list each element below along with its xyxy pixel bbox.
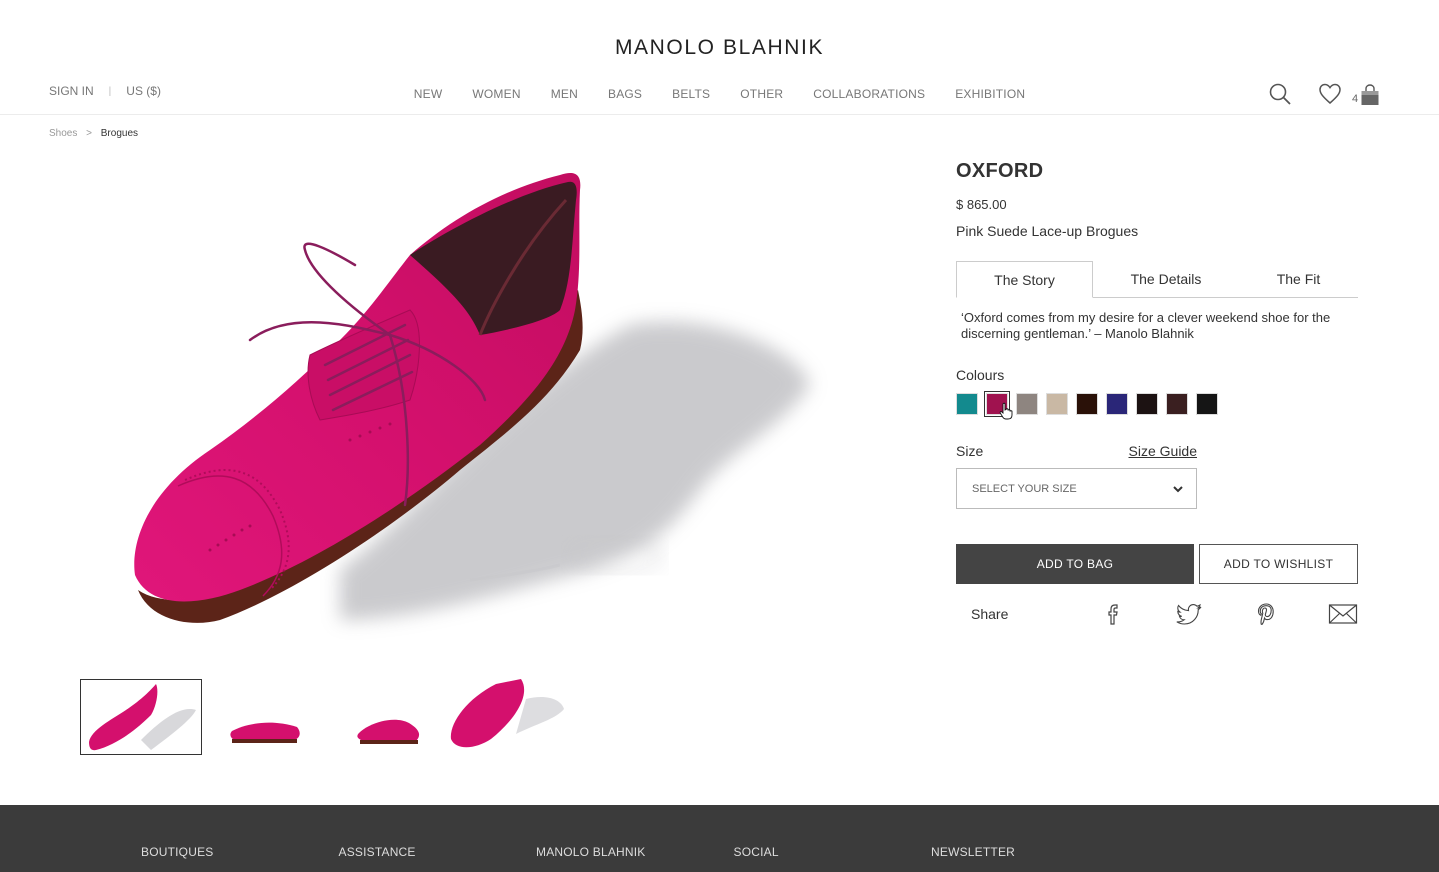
colour-swatch[interactable] [1136,393,1158,415]
chevron-down-icon [1173,485,1183,492]
footer-newsletter[interactable]: NEWSLETTER [931,845,1129,859]
colour-swatch[interactable] [1166,393,1188,415]
tab-the-details[interactable]: The Details [1093,261,1239,297]
breadcrumb-separator: > [86,128,92,139]
product-tabs: The Story The Details The Fit [956,261,1358,298]
thumbnail-strip [80,679,568,755]
colour-swatch[interactable] [1076,393,1098,415]
footer-assistance[interactable]: ASSISTANCE [339,845,537,859]
thumbnail-4[interactable] [446,679,568,755]
story-text: ‘Oxford comes from my desire for a cleve… [961,310,1331,341]
size-select[interactable]: SELECT YOUR SIZE [956,468,1197,509]
twitter-icon[interactable] [1175,602,1205,626]
colour-swatch[interactable] [984,391,1013,420]
thumbnail-3[interactable] [324,679,446,755]
colour-swatches [956,391,1358,420]
breadcrumb: Shoes > Brogues [49,128,138,139]
main-nav: NEW WOMEN MEN BAGS BELTS OTHER COLLABORA… [0,87,1439,101]
footer-social[interactable]: SOCIAL [734,845,932,859]
nav-new[interactable]: NEW [414,87,443,101]
product-price: $ 865.00 [956,197,1007,212]
share-icons [1098,602,1358,626]
breadcrumb-shoes[interactable]: Shoes [49,128,77,139]
footer-manolo-blahnik[interactable]: MANOLO BLAHNIK [536,845,734,859]
footer-boutiques[interactable]: BOUTIQUES [141,845,339,859]
cart-button[interactable]: 4 [1352,82,1384,106]
nav-belts[interactable]: BELTS [672,87,710,101]
search-icon[interactable] [1268,82,1292,106]
shopping-bag-icon [1361,84,1379,105]
thumbnail-1[interactable] [80,679,202,755]
tab-the-story[interactable]: The Story [956,261,1093,298]
colour-swatch[interactable] [956,393,978,415]
breadcrumb-brogues: Brogues [100,128,139,139]
nav-exhibition[interactable]: EXHIBITION [955,87,1025,101]
share-label: Share [971,606,1009,622]
colours-label: Colours [956,367,1005,383]
facebook-icon[interactable] [1098,602,1128,626]
product-title: OXFORD [956,160,1044,182]
footer-columns: BOUTIQUES ASSISTANCE MANOLO BLAHNIK SOCI… [141,845,1129,859]
email-icon[interactable] [1328,602,1358,626]
nav-other[interactable]: OTHER [740,87,783,101]
product-subtitle: Pink Suede Lace-up Brogues [956,223,1139,239]
colour-swatch[interactable] [1196,393,1218,415]
add-to-wishlist-button[interactable]: ADD TO WISHLIST [1199,544,1358,584]
size-row: Size Size Guide [956,443,1197,459]
product-main-image[interactable] [90,150,850,650]
add-to-bag-button[interactable]: ADD TO BAG [956,544,1194,584]
size-label: Size [956,443,984,459]
header-divider [0,114,1439,115]
share-row: Share [956,598,1358,630]
product-info: OXFORD $ 865.00 Pink Suede Lace-up Brogu… [956,160,1358,630]
brand-logo[interactable]: MANOLO BLAHNIK [0,36,1439,60]
cart-count-badge: 4 [1352,93,1359,105]
tab-the-fit[interactable]: The Fit [1239,261,1358,297]
nav-collaborations[interactable]: COLLABORATIONS [813,87,925,101]
footer: BOUTIQUES ASSISTANCE MANOLO BLAHNIK SOCI… [0,805,1439,872]
colour-swatch[interactable] [1016,393,1038,415]
pinterest-icon[interactable] [1251,602,1281,626]
colour-swatch[interactable] [1106,393,1128,415]
nav-women[interactable]: WOMEN [472,87,520,101]
wishlist-heart-icon[interactable] [1318,82,1342,106]
size-guide-link[interactable]: Size Guide [1129,443,1197,459]
nav-men[interactable]: MEN [551,87,578,101]
action-buttons: ADD TO BAG ADD TO WISHLIST [956,544,1358,584]
hand-cursor-icon [999,402,1013,420]
colour-swatch[interactable] [1046,393,1068,415]
header-icons: 4 [1268,82,1384,106]
size-select-placeholder: SELECT YOUR SIZE [972,482,1077,495]
nav-bags[interactable]: BAGS [608,87,642,101]
thumbnail-2[interactable] [202,679,324,755]
